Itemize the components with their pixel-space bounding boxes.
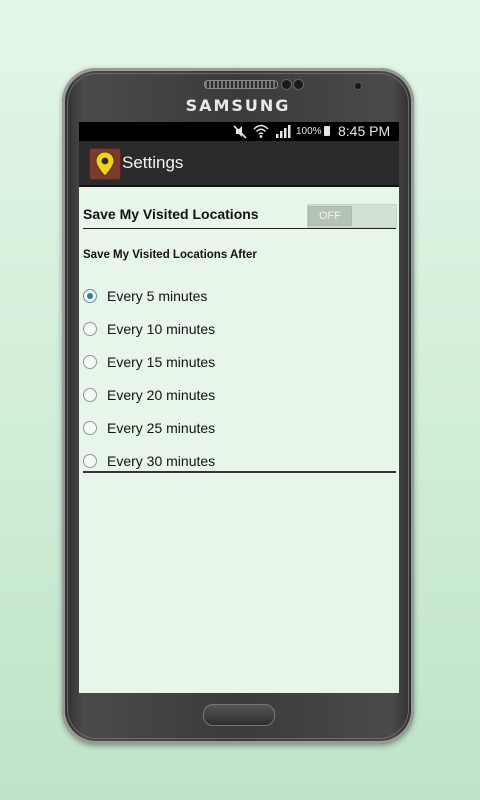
speaker-grille [204,80,278,89]
radio-label: Every 15 minutes [107,354,216,370]
radio-label: Every 10 minutes [107,321,216,337]
radio-selected-dot [87,293,93,299]
radio-label: Every 5 minutes [107,288,208,304]
radio-button[interactable] [83,322,97,336]
radio-option-25-minutes[interactable]: Every 25 minutes [83,416,395,446]
battery-percentage: 100% [296,126,322,137]
action-bar: Settings [79,141,399,187]
location-pin-icon[interactable] [89,148,121,180]
page-title: Settings [122,153,184,172]
radio-button[interactable] [83,355,97,369]
radio-option-20-minutes[interactable]: Every 20 minutes [83,383,395,413]
home-button[interactable] [203,704,275,726]
interval-section-label: Save My Visited Locations After [83,249,257,261]
visited-locations-toggle[interactable]: OFF [307,204,397,228]
toggle-state-label: OFF [308,206,352,226]
mute-icon [233,122,247,141]
radio-label: Every 20 minutes [107,387,216,403]
signal-icon [275,122,291,141]
screen: 100% 8:45 PM Settings Save My Visited Lo… [79,122,399,693]
radio-button-checked[interactable] [83,289,97,303]
radio-button[interactable] [83,454,97,468]
clock: 8:45 PM [338,123,391,139]
radio-option-30-minutes[interactable]: Every 30 minutes [83,449,395,479]
divider [83,471,396,473]
battery-icon [324,126,330,136]
radio-option-15-minutes[interactable]: Every 15 minutes [83,350,395,380]
proximity-sensor [293,79,304,90]
front-camera [281,79,292,90]
radio-label: Every 30 minutes [107,453,216,469]
brand-logo: SAMSUNG [185,96,291,115]
radio-button[interactable] [83,388,97,402]
radio-button[interactable] [83,421,97,435]
radio-label: Every 25 minutes [107,420,216,436]
radio-option-5-minutes[interactable]: Every 5 minutes [83,284,395,314]
radio-option-10-minutes[interactable]: Every 10 minutes [83,317,395,347]
light-sensor [354,82,362,90]
wifi-icon [253,122,269,141]
status-bar: 100% 8:45 PM [79,122,399,141]
visited-locations-label: Save My Visited Locations [83,206,259,222]
divider [83,228,396,229]
